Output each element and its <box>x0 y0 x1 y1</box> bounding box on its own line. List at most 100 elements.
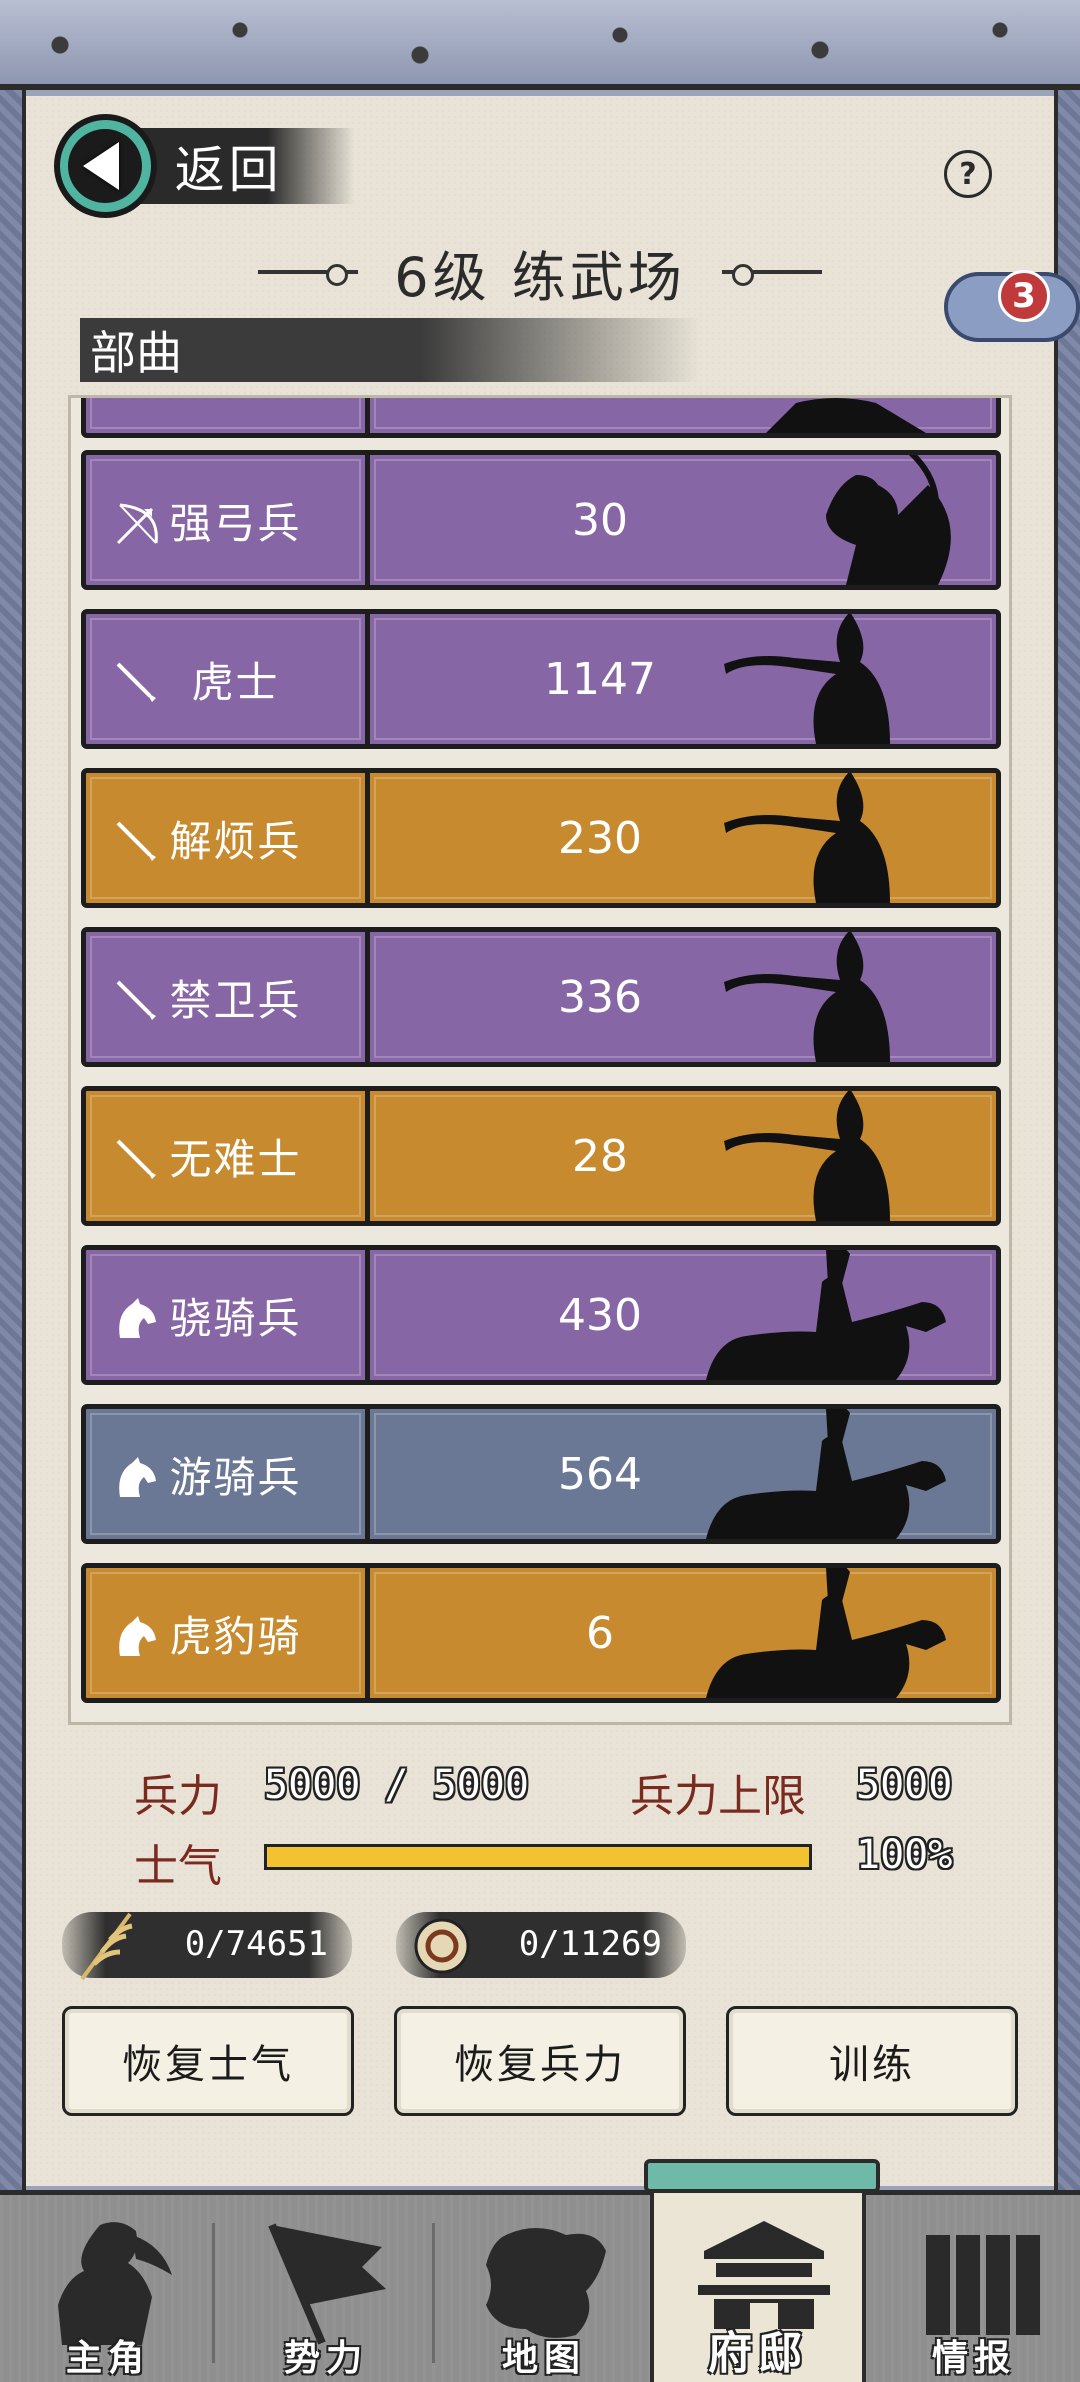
section-title: 部曲 <box>80 318 700 382</box>
unit-name: 禁卫兵 <box>169 975 302 1025</box>
restore-troops-button[interactable]: 恢复兵力 <box>394 2006 686 2116</box>
coin-icon <box>414 1918 470 1974</box>
nav-label-faction: 势力 <box>283 2338 368 2379</box>
morale-progress-bar <box>264 1844 812 1870</box>
nav-tab-faction[interactable]: 势力 <box>218 2195 434 2382</box>
cavalry-silhouette-icon <box>706 1568 946 1698</box>
unit-row[interactable]: 强弓兵 30 <box>81 450 1001 590</box>
troop-stats: 兵力 5000 / 5000 兵力上限 5000 士气 100% <box>134 1752 964 1892</box>
cavalry-silhouette-icon <box>706 1409 946 1539</box>
nav-label-map: 地图 <box>501 2338 586 2379</box>
unit-name: 游骑兵 <box>169 1452 302 1502</box>
title-ornament-left <box>258 264 359 286</box>
unit-count: 6 <box>586 1607 614 1659</box>
nav-tab-intel[interactable]: 情报 <box>866 2195 1080 2382</box>
unit-row[interactable]: 虎士 1147 <box>81 609 1001 749</box>
archer-silhouette-icon <box>826 455 951 585</box>
cloud-notification-badge[interactable]: 3 <box>944 260 1080 350</box>
troops-label: 兵力 <box>134 1771 222 1822</box>
unit-count: 1147 <box>544 653 656 705</box>
scroll-icon <box>926 2235 1040 2335</box>
sword-icon <box>112 658 162 708</box>
horse-icon <box>112 1612 162 1662</box>
unit-name: 解烦兵 <box>169 816 302 866</box>
unit-row[interactable]: 游骑兵 564 <box>81 1404 1001 1544</box>
unit-name: 骁骑兵 <box>169 1293 302 1343</box>
coin-resource: 0/11269 <box>396 1912 686 1978</box>
unit-name-cell: 骁骑兵 <box>86 1250 370 1380</box>
nav-label-mansion: 府邸 <box>708 2328 808 2379</box>
unit-count: 30 <box>572 494 628 546</box>
unit-row[interactable]: 骁骑兵 430 <box>81 1245 1001 1385</box>
unit-row-partial[interactable] <box>81 398 1001 438</box>
flag-icon <box>268 2223 386 2345</box>
unit-name-cell: 虎士 <box>86 614 370 744</box>
unit-silhouette-icon <box>766 398 926 433</box>
unit-name-cell: 强弓兵 <box>86 455 370 585</box>
sword-icon <box>112 1135 162 1185</box>
morale-label: 士气 <box>134 1841 222 1892</box>
sword-icon <box>112 976 162 1026</box>
back-arrow-icon <box>54 114 157 218</box>
unit-name: 虎豹骑 <box>169 1611 302 1661</box>
nav-label-hero: 主角 <box>65 2338 150 2379</box>
morale-progress-fill <box>267 1847 809 1867</box>
unit-row[interactable]: 虎豹骑 6 <box>81 1563 1001 1703</box>
unit-list[interactable]: 强弓兵 30 虎士 1147 解烦兵 230 禁卫兵 336 无难士 28 骁骑兵 430 游骑兵 564… <box>68 395 1012 1725</box>
grain-icon <box>80 1912 133 1981</box>
nav-divider <box>212 2223 215 2363</box>
train-button[interactable]: 训练 <box>726 2006 1018 2116</box>
swordsman-silhouette-icon <box>724 932 890 1062</box>
title-ornament-right <box>721 264 822 286</box>
horse-icon <box>112 1294 162 1344</box>
unit-name-cell: 解烦兵 <box>86 773 370 903</box>
grain-value: 0/74651 <box>184 1924 328 1964</box>
unit-count: 336 <box>558 971 642 1023</box>
unit-count: 430 <box>558 1289 642 1341</box>
help-icon[interactable]: ? <box>944 150 992 198</box>
nav-label-intel: 情报 <box>931 2338 1016 2379</box>
unit-count-cell: 30 <box>370 455 996 585</box>
nav-divider <box>432 2223 435 2363</box>
unit-row[interactable]: 禁卫兵 336 <box>81 927 1001 1067</box>
unit-name: 强弓兵 <box>169 498 302 548</box>
horse-icon <box>112 1453 162 1503</box>
bottom-nav: 主角 势力 地图 府邸 情报 <box>0 2159 1080 2382</box>
badge-count: 3 <box>998 270 1050 322</box>
swordsman-silhouette-icon <box>724 1091 890 1221</box>
unit-name-cell: 游骑兵 <box>86 1409 370 1539</box>
left-decorative-border <box>0 90 26 2190</box>
page-title: 6级 练武场 <box>394 245 686 309</box>
unit-count-cell: 336 <box>370 932 996 1062</box>
troops-value: 5000 / 5000 <box>264 1762 529 1808</box>
troop-cap-label: 兵力上限 <box>630 1771 806 1822</box>
unit-name-cell: 无难士 <box>86 1091 370 1221</box>
page-title-row: 6级 练武场 <box>240 232 840 312</box>
unit-row[interactable]: 解烦兵 230 <box>81 768 1001 908</box>
back-label: 返回 <box>174 141 283 199</box>
right-decorative-border <box>1054 90 1080 2190</box>
back-button[interactable]: 返回 <box>54 114 354 218</box>
coin-value: 0/11269 <box>518 1924 662 1964</box>
unit-count: 230 <box>558 812 642 864</box>
map-icon <box>486 2228 606 2338</box>
unit-name: 虎士 <box>191 657 280 707</box>
unit-row[interactable]: 无难士 28 <box>81 1086 1001 1226</box>
unit-count-cell: 28 <box>370 1091 996 1221</box>
grain-resource: 0/74651 <box>62 1912 352 1981</box>
unit-count-cell: 6 <box>370 1568 996 1698</box>
top-decorative-border <box>0 0 1080 90</box>
unit-name-cell: 禁卫兵 <box>86 932 370 1062</box>
nav-tab-hero[interactable]: 主角 <box>0 2195 216 2382</box>
nav-tab-mansion[interactable]: 府邸 <box>644 2159 880 2382</box>
unit-count: 564 <box>558 1448 642 1500</box>
cavalry-silhouette-icon <box>706 1250 946 1380</box>
nav-tab-map[interactable]: 地图 <box>436 2195 652 2382</box>
restore-morale-button[interactable]: 恢复士气 <box>62 2006 354 2116</box>
bow-icon <box>112 499 162 549</box>
unit-name: 无难士 <box>169 1134 302 1184</box>
swordsman-silhouette-icon <box>724 773 890 903</box>
swordsman-silhouette-icon <box>724 614 890 744</box>
unit-count-cell: 1147 <box>370 614 996 744</box>
troop-cap-value: 5000 <box>856 1762 953 1808</box>
